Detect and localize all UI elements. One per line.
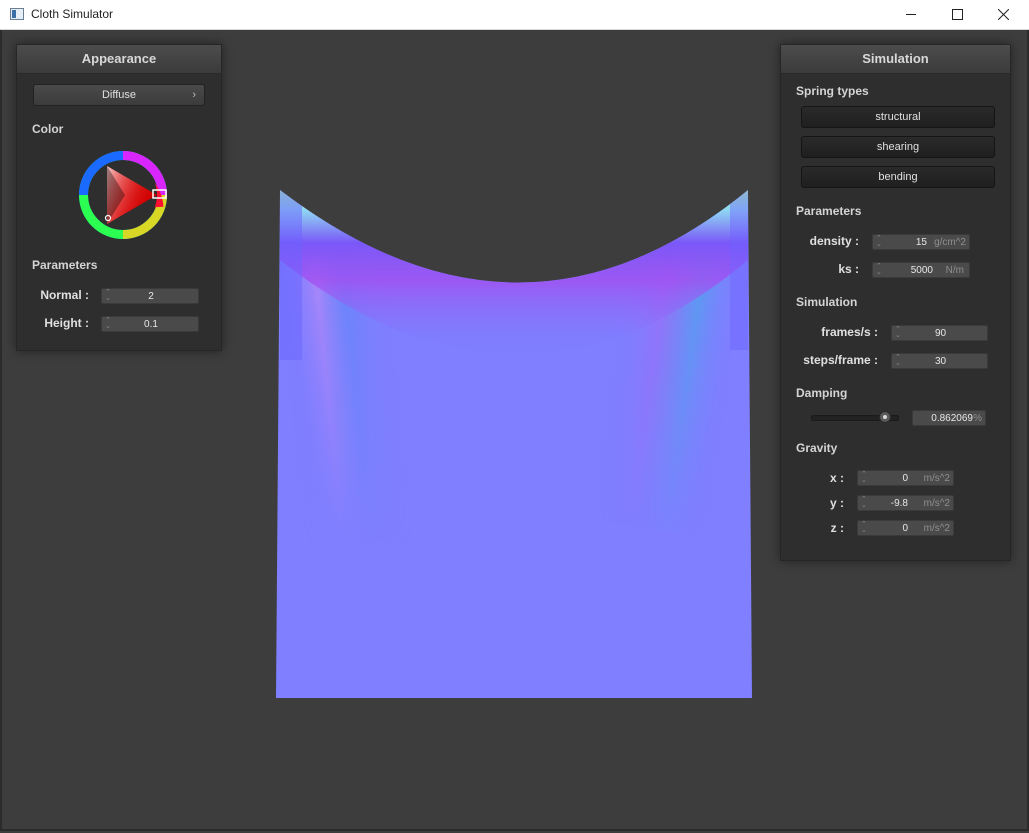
spinner-arrows-icon[interactable]: ⌃ ⌄ [861,496,867,509]
maximize-icon [951,9,963,20]
maximize-button[interactable] [934,0,980,29]
appearance-header[interactable]: Appearance [17,45,221,74]
damping-input[interactable]: 0.862069 % [912,410,986,426]
shearing-button[interactable]: shearing [801,136,995,158]
simulation-panel[interactable]: Simulation Spring types structural shear… [780,44,1011,561]
density-label: density : [809,234,859,248]
spinner-arrows-icon[interactable]: ⌃ ⌄ [861,471,867,484]
height-label: Height : [44,316,89,330]
minimize-button[interactable] [888,0,934,29]
simulation-header[interactable]: Simulation [781,45,1010,74]
bending-button[interactable]: bending [801,166,995,188]
simulation-parameters-label: Parameters [796,204,862,218]
gravity-x-input[interactable]: ⌃ ⌄ 0 m/s^2 [857,470,954,486]
close-button[interactable] [980,0,1026,29]
spinner-arrows-icon[interactable]: ⌃ ⌄ [876,235,882,248]
simulation-section-label: Simulation [796,295,858,309]
structural-button[interactable]: structural [801,106,995,128]
frames-label: frames/s : [821,325,878,339]
normal-input[interactable]: ⌃ ⌄ 2 [101,288,199,304]
gravity-z-input[interactable]: ⌃ ⌄ 0 m/s^2 [857,520,954,536]
gravity-z-unit: m/s^2 [923,523,950,534]
gravity-y-input[interactable]: ⌃ ⌄ -9.8 m/s^2 [857,495,954,511]
damping-label: Damping [796,386,848,400]
spinner-arrows-icon[interactable]: ⌃ ⌄ [861,521,867,534]
gravity-y-label: y : [829,496,844,510]
ks-label: ks : [838,262,859,276]
spinner-arrows-icon[interactable]: ⌃ ⌄ [876,263,882,276]
damping-unit: % [973,413,982,424]
app-icon [10,8,24,20]
ks-unit: N/m [945,265,964,276]
steps-label: steps/frame : [803,353,878,367]
appearance-panel[interactable]: Appearance Diffuse › Color Parameters No… [16,44,222,351]
frames-input[interactable]: ⌃ ⌄ 90 [891,325,988,341]
density-unit: g/cm^2 [934,237,966,248]
gravity-x-unit: m/s^2 [923,473,950,484]
title-bar: Cloth Simulator [0,0,1029,30]
steps-input[interactable]: ⌃ ⌄ 30 [891,353,988,369]
gravity-x-label: x : [829,471,844,485]
gravity-label: Gravity [796,441,838,455]
normal-label: Normal : [40,288,89,302]
damping-slider-knob[interactable] [879,411,892,423]
density-input[interactable]: ⌃ ⌄ 15 g/cm^2 [872,234,970,250]
spring-types-label: Spring types [796,84,869,98]
height-input[interactable]: ⌃ ⌄ 0.1 [101,316,199,332]
chevron-right-icon: › [192,89,196,101]
appearance-parameters-label: Parameters [32,258,98,272]
close-icon [997,9,1009,20]
color-wheel[interactable] [75,147,171,243]
gravity-z-label: z : [830,521,844,535]
shader-label: Diffuse [101,89,137,101]
gravity-y-unit: m/s^2 [923,498,950,509]
ks-input[interactable]: ⌃ ⌄ 5000 N/m [872,262,970,278]
shader-dropdown[interactable]: Diffuse › [33,84,205,106]
minimize-icon [905,14,916,15]
color-label: Color [32,122,64,136]
window-title: Cloth Simulator [31,7,114,21]
